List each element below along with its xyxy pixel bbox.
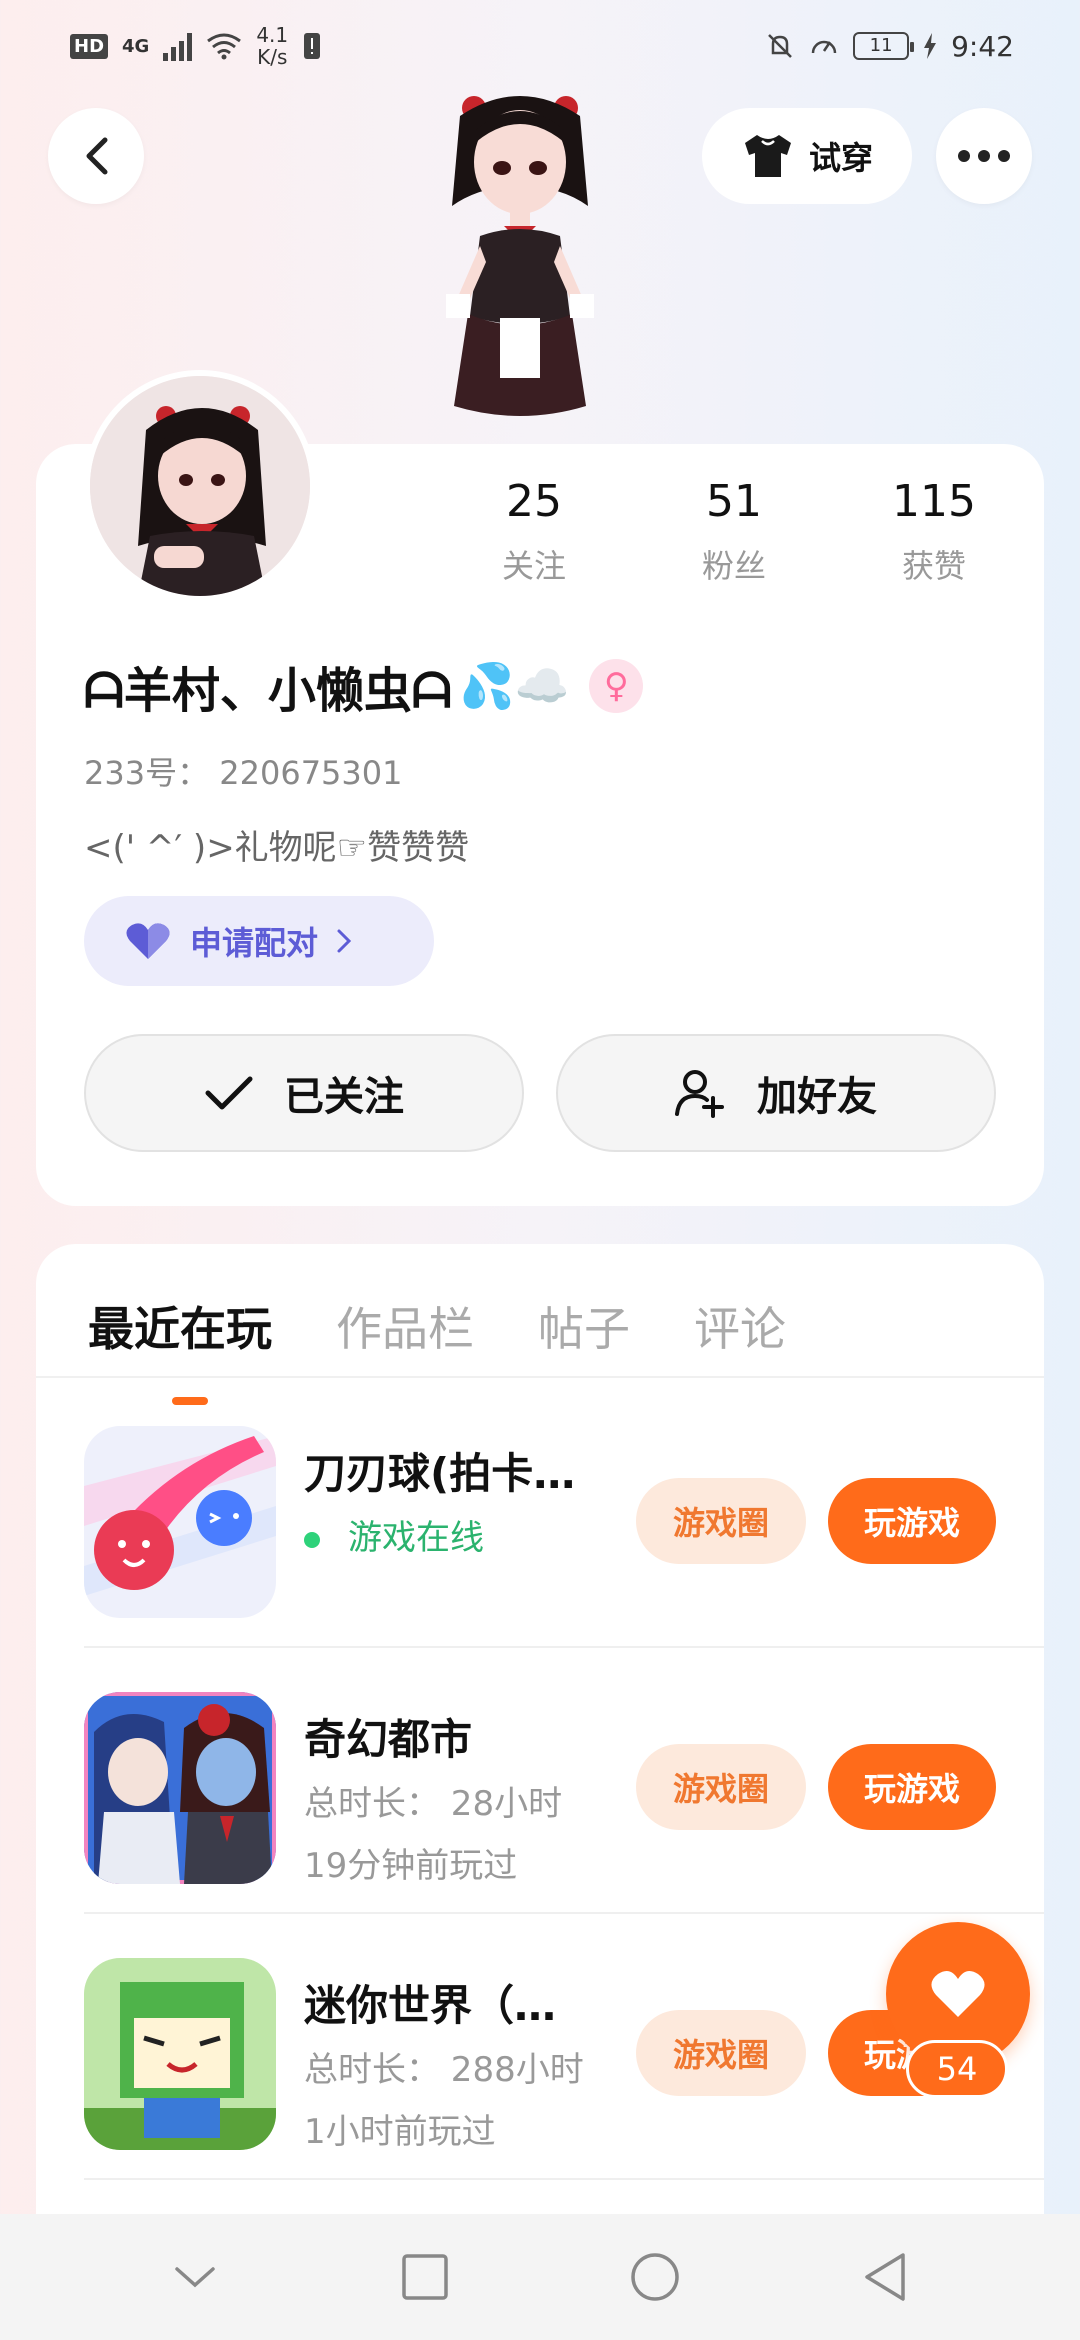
tab-comments[interactable]: 评论 [694,1293,786,1359]
chevron-right-icon [337,929,352,953]
wifi-icon [207,33,242,60]
alert-icon [304,33,321,59]
mini-world-game-icon [84,1958,276,2150]
fantasy-city-game-icon [84,1692,276,1884]
status-right: 11 9:42 [765,30,1014,63]
nav-recents-button[interactable] [385,2237,465,2317]
game-title: 迷你世界（… [304,1981,557,2030]
game-online-status: 游戏在线 [304,1510,484,1559]
avatar-image [90,376,310,596]
check-icon [205,1076,253,1110]
nickname-emoji: 💦☁️ [459,661,570,712]
female-gender-icon: ♀ [589,659,644,713]
nav-home-button[interactable] [615,2237,695,2317]
game-row[interactable]: 奇幻都市 总时长： 28小时 19分钟前玩过 游戏圈 玩游戏 [84,1648,1044,1914]
chevron-down-icon [175,2267,215,2288]
nickname: ᗩ羊村、小懒虫ᗩ [84,663,452,719]
speed-unit: K/s [257,45,288,69]
stat-label: 粉丝 [701,547,766,585]
stat-label: 关注 [501,547,566,585]
bio-text: <(' ^′ )>礼物呢☞赞赞赞 [84,828,470,868]
speed-value: 4.1 [256,23,289,47]
try-on-label: 试穿 [808,139,873,177]
network-speed: 4.1 K/s [256,24,288,68]
followed-label: 已关注 [284,1074,404,1120]
game-row[interactable]: 刀刃球(拍卡… 游戏在线 游戏圈 玩游戏 [84,1382,1044,1648]
more-dot-icon [998,150,1010,162]
game-circle-button[interactable]: 游戏圈 [636,1744,806,1830]
stat-value: 115 [892,476,976,527]
game-last-played: 19分钟前玩过 [304,1846,518,1886]
speed-meter-icon [811,40,837,54]
row-divider [84,2178,1044,2180]
tab-divider [36,1376,1044,1378]
game-circle-button[interactable]: 游戏圈 [636,1478,806,1564]
game-icon[interactable] [84,1426,276,1618]
game-title: 刀刃球(拍卡… [304,1449,576,1498]
square-icon [402,2254,448,2300]
game-icon[interactable] [84,1958,276,2150]
charging-icon [924,33,937,59]
play-game-button[interactable]: 玩游戏 [828,1478,996,1564]
stat-value: 51 [706,476,762,527]
tab-recently-played[interactable]: 最近在玩 [88,1293,272,1405]
add-friend-button[interactable]: 加好友 [556,1034,996,1152]
avatar-3d-figure [446,96,594,416]
back-button[interactable] [48,108,144,204]
followed-button[interactable]: 已关注 [84,1034,524,1152]
blade-ball-game-icon [84,1426,276,1618]
avatar[interactable] [84,370,316,602]
game-last-played: 1小时前玩过 [304,2112,496,2152]
more-dot-icon [958,150,970,162]
content-tabs: 最近在玩 作品栏 帖子 评论 [88,1276,786,1405]
status-bar: HD 4G 4.1 K/s 11 9:42 [0,0,1080,92]
stat-value: 25 [506,476,562,527]
mute-bell-icon [768,34,792,58]
try-on-button[interactable]: 试穿 [702,108,912,204]
network-type: 4G [122,35,150,57]
system-nav-bar [0,2214,1080,2340]
stat-following[interactable]: 25 关注 [434,476,634,606]
user-id: 233号： 220675301 [84,754,403,792]
signal-icon [163,31,193,61]
stat-label: 获赞 [901,547,966,585]
hd-badge: HD [70,33,109,59]
game-icon[interactable] [84,1692,276,1884]
more-options-button[interactable] [936,108,1032,204]
stats-row: 25 关注 51 粉丝 115 获赞 [434,476,1034,606]
apply-pair-label: 申请配对 [190,924,319,962]
battery-indicator: 11 [853,32,915,60]
nav-back-button[interactable] [845,2237,925,2317]
online-text: 游戏在线 [348,1518,484,1558]
play-game-button[interactable]: 玩游戏 [828,1744,996,1830]
status-left: HD 4G 4.1 K/s [70,24,322,68]
online-dot-icon [304,1531,320,1548]
nickname-row: ᗩ羊村、小懒虫ᗩ 💦☁️ ♀ [84,650,644,722]
game-playtime: 总时长： 288小时 [304,2050,584,2090]
like-count: 54 [906,2040,1008,2098]
game-playtime: 总时长： 28小时 [304,1784,563,1824]
stat-fans[interactable]: 51 粉丝 [634,476,834,606]
chevron-left-icon [86,137,108,175]
heart-icon [931,1970,985,2017]
heart-pair-icon [126,923,170,959]
stat-likes[interactable]: 115 获赞 [834,476,1034,606]
triangle-back-icon [865,2253,905,2301]
tshirt-icon [744,135,791,177]
clock: 9:42 [951,29,1014,63]
tab-posts[interactable]: 帖子 [538,1293,630,1359]
circle-icon [631,2253,679,2301]
nav-collapse-button[interactable] [155,2237,235,2317]
game-title: 奇幻都市 [304,1715,473,1764]
tab-works[interactable]: 作品栏 [336,1293,474,1359]
add-friend-label: 加好友 [757,1074,877,1120]
game-circle-button[interactable]: 游戏圈 [636,2010,806,2096]
apply-pair-button[interactable]: 申请配对 [84,896,434,986]
more-dot-icon [978,150,990,162]
add-user-icon [675,1070,724,1118]
